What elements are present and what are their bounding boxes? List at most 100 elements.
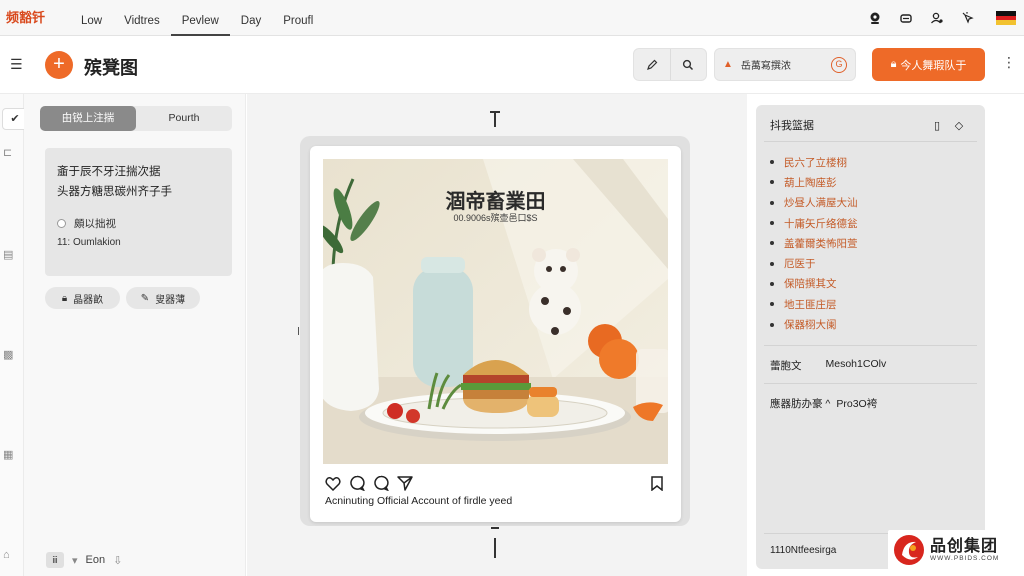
- layer-label: 十庸矢斤络德瓮: [784, 217, 858, 230]
- search-button[interactable]: [669, 49, 707, 80]
- router-icon[interactable]: [892, 4, 920, 32]
- clipboard-icon[interactable]: ▯: [926, 119, 948, 132]
- tab-preview[interactable]: Pevlew: [170, 0, 230, 36]
- property-value: Pro3O袴: [836, 398, 878, 410]
- note-subtext: 11: Oumlakion: [57, 237, 121, 248]
- right-panel-header: 抖我篮据 ▯ ◇: [770, 115, 970, 135]
- message-icon[interactable]: [373, 474, 397, 492]
- brand-text: 品创集团 WWW.PBIDS.COM: [930, 538, 999, 562]
- bullet-icon: [770, 221, 774, 226]
- style-dropdown[interactable]: ▲ 岳萬寫撰浓 G: [714, 48, 856, 81]
- bullet-icon: [770, 322, 774, 327]
- post-action-bar: [325, 474, 667, 492]
- left-footer: ⅲ ▾ Eon ⇩: [46, 552, 130, 568]
- list-item[interactable]: 盖藿爾类怖阳萱: [770, 233, 858, 253]
- right-panel-footer: 1110Ntfeesirga: [770, 545, 837, 556]
- list-item[interactable]: 厄医于: [770, 253, 858, 273]
- bullet-icon: [770, 241, 774, 246]
- cursor-click-icon[interactable]: [954, 4, 982, 32]
- list-item[interactable]: 保器栩大阑: [770, 314, 858, 334]
- chart-icon[interactable]: ⊏: [3, 146, 12, 159]
- segment-fourth[interactable]: Pourth: [136, 106, 232, 131]
- page-title: 殡凳图: [84, 58, 138, 78]
- twitter-icon[interactable]: ▾: [72, 554, 78, 567]
- social-post-card[interactable]: 涸帝畜業田 00.9006s殡壶邑口$S Acninuting Official…: [310, 146, 681, 522]
- tab-videos[interactable]: Vidtres: [113, 0, 171, 36]
- divider: [764, 383, 977, 384]
- photo-overlay-title: 涸帝畜業田: [445, 189, 546, 213]
- list-item[interactable]: 十庸矢斤络德瓮: [770, 213, 858, 233]
- lock-chip[interactable]: 🔒︎ 晶器畝: [45, 287, 120, 309]
- footer-label: Eon: [85, 554, 106, 566]
- divider: [764, 345, 977, 346]
- tool-group: [633, 48, 707, 81]
- property-value: Mesoh1COlv: [825, 358, 887, 370]
- camera-icon[interactable]: [861, 4, 889, 32]
- list-item[interactable]: 炒昼人满屋大汕: [770, 193, 858, 213]
- grid-icon[interactable]: ▦: [3, 448, 13, 461]
- page-header: ☰ + 殡凳图 ▲ 岳萬寫撰浓 G 🔒︎ 今人舞瑕队于 ⋮: [0, 36, 1024, 94]
- primary-action-button[interactable]: 🔒︎ 今人舞瑕队于: [872, 48, 985, 81]
- layer-label: 地王匪庄层: [784, 298, 837, 311]
- share-icon[interactable]: [397, 474, 421, 492]
- circle-g-icon: G: [831, 56, 847, 73]
- segmented-control: 甶锐上注揣 Pourth: [40, 106, 232, 131]
- footer-badge[interactable]: ⅲ: [46, 552, 64, 568]
- like-icon[interactable]: [325, 474, 349, 492]
- list-icon[interactable]: ▤: [3, 248, 13, 261]
- triangle-icon: ▲: [723, 59, 733, 70]
- left-panel: 甶锐上注揣 Pourth 齑于辰不牙汪揣次据 头器方糖思碳州齐子手 頗以拙视 1…: [24, 94, 246, 576]
- dropdown-label: 岳萬寫撰浓: [740, 61, 791, 72]
- layer-label: 厄医于: [784, 258, 816, 271]
- menu-icon[interactable]: ☰: [10, 56, 23, 73]
- tab-day[interactable]: Day: [230, 0, 272, 36]
- chip-label: 晶器畝: [73, 294, 104, 306]
- property-row[interactable]: 蕾胞文 Mesoh1COlv: [770, 358, 886, 373]
- gift-icon[interactable]: ▩: [3, 348, 13, 361]
- radio-option[interactable]: 頗以拙视: [57, 216, 220, 231]
- segment-first[interactable]: 甶锐上注揣: [40, 106, 136, 131]
- list-item[interactable]: 葫上陶座彭: [770, 172, 858, 192]
- bookmark-icon[interactable]: [651, 474, 667, 492]
- primary-action-label: 今人舞瑕队于: [900, 59, 967, 72]
- layer-label: 盖藿爾类怖阳萱: [784, 237, 858, 250]
- more-options-icon[interactable]: ⋮: [1002, 54, 1016, 71]
- artboard-frame: 涸帝畜業田 00.9006s殡壶邑口$S Acninuting Official…: [300, 136, 690, 526]
- edit-chip[interactable]: ✎ 叟器薄: [126, 287, 200, 309]
- radio-button[interactable]: [57, 219, 66, 228]
- comment-icon[interactable]: [349, 474, 373, 492]
- user-gear-icon[interactable]: [923, 4, 951, 32]
- add-button[interactable]: +: [45, 51, 73, 79]
- layer-label: 保器栩大阑: [784, 319, 837, 332]
- layer-label: 葫上陶座彭: [784, 176, 837, 189]
- list-item[interactable]: 民六了立楼栩: [770, 152, 858, 172]
- list-item[interactable]: 保陪撰其文: [770, 274, 858, 294]
- bottom-guide-handle[interactable]: [491, 527, 498, 558]
- tab-strip: Low Vidtres Pevlew Day Proufl: [70, 0, 324, 36]
- tab-profile[interactable]: Proufl: [272, 0, 324, 36]
- divider: [764, 141, 977, 142]
- brand-watermark: 品创集团 WWW.PBIDS.COM: [888, 530, 1020, 570]
- property-key: 蕾胞文: [770, 360, 802, 372]
- layer-label: 炒昼人满屋大汕: [784, 197, 858, 210]
- umbrella-icon[interactable]: ⌂: [3, 549, 10, 561]
- tab-low[interactable]: Low: [70, 0, 113, 36]
- brand-url: WWW.PBIDS.COM: [930, 555, 1000, 562]
- bullet-icon: [770, 180, 774, 185]
- post-caption: Acninuting Official Account of firdle ye…: [325, 495, 513, 507]
- post-photo: 涸帝畜業田 00.9006s殡壶邑口$S: [323, 159, 668, 464]
- top-guide-handle[interactable]: [490, 111, 499, 127]
- lock-icon: 🔒︎: [890, 58, 897, 70]
- pen-tool-button[interactable]: [634, 49, 670, 80]
- list-item[interactable]: 地王匪庄层: [770, 294, 858, 314]
- top-icon-group: [858, 0, 1024, 36]
- bullet-icon: [770, 302, 774, 307]
- flag-icon[interactable]: [996, 11, 1016, 26]
- diamond-icon[interactable]: ◇: [948, 119, 970, 132]
- note-line: 齑于辰不牙汪揣次据: [57, 166, 161, 178]
- top-tab-bar: 频豁钎 Low Vidtres Pevlew Day Proufl: [0, 0, 1024, 36]
- download-icon[interactable]: ⇩: [113, 554, 122, 567]
- right-panel: 抖我篮据 ▯ ◇ 民六了立楼栩 葫上陶座彭 炒昼人满屋大汕 十庸矢斤络德瓮 盖藿…: [756, 105, 985, 569]
- photo-overlay-subtitle: 00.9006s殡壶邑口$S: [453, 213, 538, 223]
- property-row[interactable]: 應器肪办豪 ^ Pro3O袴: [770, 396, 877, 411]
